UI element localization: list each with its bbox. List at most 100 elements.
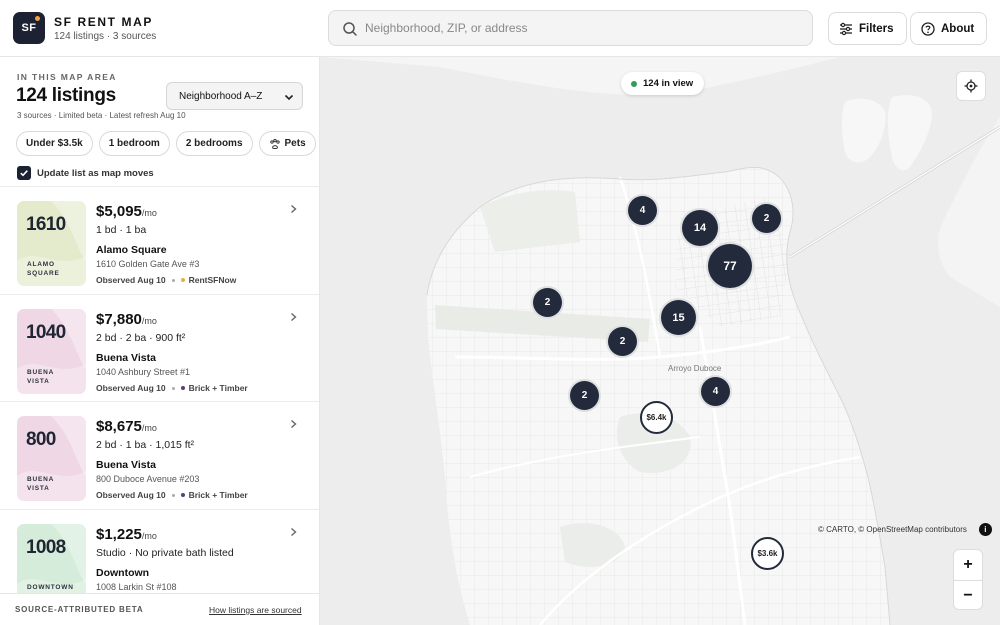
update-list-checkbox[interactable] [17,166,31,180]
crosshair-icon [964,79,978,93]
zoom-out-button[interactable]: − [954,581,982,611]
source-dot [180,386,185,390]
footer-beta-label: SOURCE-ATTRIBUTED BETA [15,605,144,614]
separator-dot [171,386,175,390]
observed-date: Observed Aug 10 [96,383,166,393]
listing-specs: 1 bd · 1 ba [96,224,147,236]
app-subtitle: 124 listings · 3 sources [54,31,157,42]
thumbnail-number: 1008 [26,537,66,558]
listing-price: $5,095/mo [96,203,157,220]
chevron-right-icon[interactable] [289,527,298,537]
check-icon [20,170,28,177]
locate-button[interactable] [956,71,986,101]
listing-neighborhood: Downtown [96,567,150,579]
how-sourced-link[interactable]: How listings are sourced [209,605,302,615]
price-pin[interactable]: $6.4k [640,401,673,434]
map-cluster[interactable]: 15 [659,298,698,337]
thumbnail-number: 1040 [26,322,66,343]
listing-specs: Studio · No private bath listed [96,547,234,559]
source-dot [180,278,185,282]
map-area-eyebrow: IN THIS MAP AREA [17,72,117,82]
price-value: $8,675 [96,418,142,435]
listing-observed: Observed Aug 10 Brick + Timber [96,383,248,393]
filter-chips: Under $3.5k 1 bedroom 2 bedrooms Pets [16,131,316,156]
thumbnail-number: 800 [26,429,56,450]
thumbnail-area: DOWNTOWN [27,584,74,591]
listing-price: $8,675/mo [96,418,157,435]
listing-neighborhood: Alamo Square [96,244,167,256]
price-value: $5,095 [96,203,142,220]
chip-1-bedroom[interactable]: 1 bedroom [98,131,170,156]
map-cluster[interactable]: 2 [568,379,601,412]
sidebar-footer: SOURCE-ATTRIBUTED BETA How listings are … [0,593,319,625]
listing-card[interactable]: 1040 BUENA VISTA $7,880/mo 2 bd · 2 ba ·… [0,294,319,402]
separator-dot [171,278,175,282]
map-cluster[interactable]: 77 [706,242,754,290]
listing-neighborhood: Buena Vista [96,352,156,364]
chevron-right-icon[interactable] [289,419,298,429]
listing-address: 1040 Ashbury Street #1 [96,367,191,377]
map-cluster[interactable]: 4 [699,375,732,408]
price-value: $7,880 [96,311,142,328]
filters-label: Filters [859,22,894,35]
attribution-text: © CARTO, © OpenStreetMap contributors [818,525,967,534]
about-button[interactable]: About [910,12,988,45]
app-title: SF RENT MAP [54,15,153,29]
price-unit: /mo [141,531,157,541]
about-label: About [941,22,975,35]
map-cluster[interactable]: 2 [531,286,564,319]
listing-address: 800 Duboce Avenue #203 [96,474,200,484]
map-canvas[interactable]: Arroyo Duboce 124 in view 4 14 2 77 2 15… [320,57,1000,625]
chip-pets[interactable]: Pets [258,131,316,156]
listing-observed: Observed Aug 10 Brick + Timber [96,490,248,500]
chevron-down-icon [284,94,294,101]
listing-specs: 2 bd · 1 ba · 1,015 ft² [96,439,195,451]
listing-neighborhood: Buena Vista [96,459,156,471]
logo-text: SF [21,22,37,34]
listing-card[interactable]: 1610 ALAMO SQUARE $5,095/mo 1 bd · 1 ba … [0,186,319,294]
sort-select[interactable]: Neighborhood A–Z [166,82,303,110]
listing-source: Brick + Timber [188,490,248,500]
thumbnail-number: 1610 [26,214,66,235]
chip-under-3-5k[interactable]: Under $3.5k [16,131,93,156]
search-input[interactable] [365,11,805,45]
price-pin[interactable]: $3.6k [751,537,784,570]
zoom-controls: + − [953,549,983,610]
thumbnail-area: ALAMO SQUARE [27,261,60,277]
listing-thumbnail: 1040 BUENA VISTA [17,309,86,394]
chip-pets-label: Pets [284,138,306,149]
listing-source: Brick + Timber [188,383,248,393]
listing-observed: Observed Aug 10 RentSFNow [96,275,236,285]
in-view-badge: 124 in view [621,72,705,95]
zoom-in-button[interactable]: + [954,550,982,580]
search-box[interactable] [328,10,813,46]
update-list-label: Update list as map moves [37,167,154,179]
info-icon[interactable]: i [978,523,992,536]
price-value: $1,225 [96,526,142,543]
app-logo[interactable]: SF [13,12,45,44]
app-header: SF SF RENT MAP 124 listings · 3 sources … [0,0,1000,57]
summary-meta: 3 sources · Limited beta · Latest refres… [17,111,186,120]
thumbnail-area: BUENA VISTA [27,369,54,385]
price-unit: /mo [141,208,157,218]
chevron-right-icon[interactable] [289,204,298,214]
in-view-label: 124 in view [643,78,694,89]
update-list-toggle[interactable]: Update list as map moves [17,166,154,180]
listings-sidebar: IN THIS MAP AREA 124 listings 3 sources … [0,57,320,625]
thumbnail-area: BUENA VISTA [27,476,54,492]
filters-button[interactable]: Filters [828,12,907,45]
chevron-right-icon[interactable] [289,312,298,322]
listing-thumbnail: 800 BUENA VISTA [17,416,86,501]
logo-dot [35,16,40,21]
chip-2-bedrooms[interactable]: 2 bedrooms [175,131,253,156]
listing-specs: 2 bd · 2 ba · 900 ft² [96,332,186,344]
observed-date: Observed Aug 10 [96,490,166,500]
map-cluster[interactable]: 2 [750,202,783,235]
map-cluster[interactable]: 2 [606,325,639,358]
paw-icon [269,138,280,149]
map-cluster[interactable]: 4 [626,194,659,227]
listing-card[interactable]: 800 BUENA VISTA $8,675/mo 2 bd · 1 ba · … [0,401,319,509]
source-dot [180,493,185,497]
map-cluster[interactable]: 14 [680,208,720,248]
help-circle-icon [921,21,935,36]
